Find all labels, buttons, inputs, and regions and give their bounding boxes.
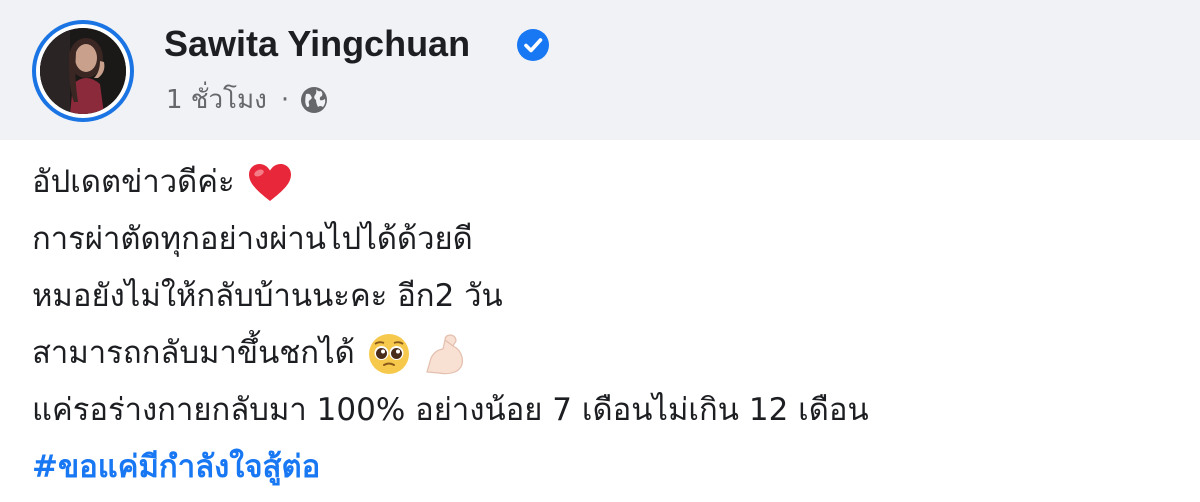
meta-separator: · (280, 85, 290, 115)
avatar[interactable] (32, 20, 134, 122)
red-heart-icon (248, 163, 291, 201)
post-line: อัปเดตข่าวดีค่ะ (32, 154, 869, 211)
post-line: #ขอแค่มีกำลังใจสู้ต่อ (32, 439, 869, 496)
post-text: หมอยังไม่ให้กลับบ้านนะคะ อีก2 วัน (32, 278, 503, 314)
verified-badge-icon (517, 29, 549, 61)
post-text: การผ่าตัดทุกอย่างผ่านไปได้ด้วยดี (32, 221, 473, 257)
post-line: สามารถกลับมาขึ้นชกได้ (32, 325, 869, 382)
post-line: หมอยังไม่ให้กลับบ้านนะคะ อีก2 วัน (32, 268, 869, 325)
author-name[interactable]: Sawita Yingchuan (164, 22, 470, 66)
post-text: แค่รอร่างกายกลับมา 100% อย่างน้อย 7 เดือ… (32, 392, 869, 428)
post-header: Sawita Yingchuan 1 ชั่วโมง · (0, 0, 1200, 140)
pleading-face-icon (368, 333, 409, 374)
hashtag-link[interactable]: #ขอแค่มีกำลังใจสู้ต่อ (32, 439, 320, 496)
globe-icon[interactable] (299, 85, 329, 115)
post-text: สามารถกลับมาขึ้นชกได้ (32, 335, 355, 371)
post-line: การผ่าตัดทุกอย่างผ่านไปได้ด้วยดี (32, 211, 869, 268)
post-meta: 1 ชั่วโมง · (166, 78, 329, 122)
post-timestamp[interactable]: 1 ชั่วโมง (166, 78, 267, 122)
post-body: อัปเดตข่าวดีค่ะ การผ่าตัดทุกอย่างผ่านไปไ… (32, 154, 869, 496)
post-text: อัปเดตข่าวดีค่ะ (32, 164, 235, 200)
profile-photo (40, 28, 126, 114)
flexed-biceps-icon (426, 333, 463, 374)
post-line: แค่รอร่างกายกลับมา 100% อย่างน้อย 7 เดือ… (32, 382, 869, 439)
profile-photo-image (40, 28, 126, 114)
